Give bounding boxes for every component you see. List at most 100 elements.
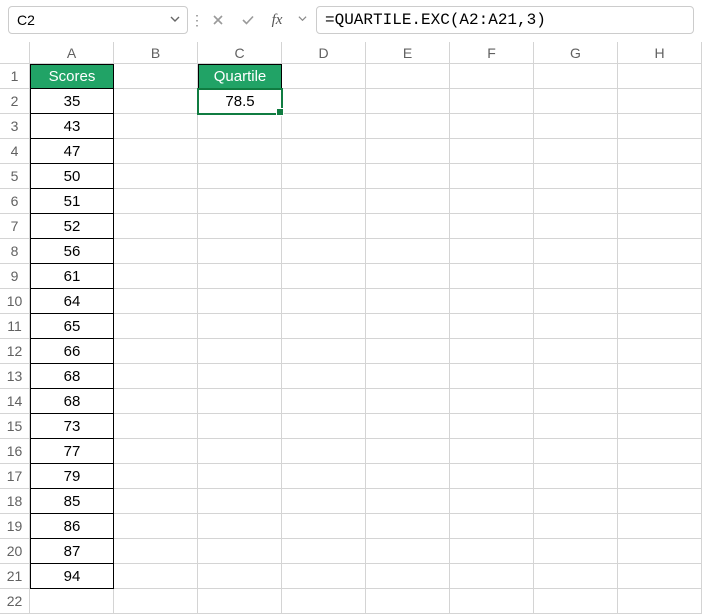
cell-B12[interactable] bbox=[114, 339, 198, 364]
cell-H21[interactable] bbox=[618, 564, 702, 589]
cell-B11[interactable] bbox=[114, 314, 198, 339]
cell-E12[interactable] bbox=[366, 339, 450, 364]
cell-F4[interactable] bbox=[450, 139, 534, 164]
cell-C15[interactable] bbox=[198, 414, 282, 439]
cell-E17[interactable] bbox=[366, 464, 450, 489]
cell-F7[interactable] bbox=[450, 214, 534, 239]
cell-E5[interactable] bbox=[366, 164, 450, 189]
cell-H13[interactable] bbox=[618, 364, 702, 389]
cell-A5[interactable]: 50 bbox=[30, 164, 114, 189]
cell-E16[interactable] bbox=[366, 439, 450, 464]
cell-D3[interactable] bbox=[282, 114, 366, 139]
cell-D11[interactable] bbox=[282, 314, 366, 339]
cell-D20[interactable] bbox=[282, 539, 366, 564]
cell-C4[interactable] bbox=[198, 139, 282, 164]
cell-B16[interactable] bbox=[114, 439, 198, 464]
cell-A16[interactable]: 77 bbox=[30, 439, 114, 464]
cell-G4[interactable] bbox=[534, 139, 618, 164]
cell-A22[interactable] bbox=[30, 589, 114, 614]
cell-D17[interactable] bbox=[282, 464, 366, 489]
cell-D16[interactable] bbox=[282, 439, 366, 464]
cell-G9[interactable] bbox=[534, 264, 618, 289]
cell-E2[interactable] bbox=[366, 89, 450, 114]
cell-H11[interactable] bbox=[618, 314, 702, 339]
cell-A11[interactable]: 65 bbox=[30, 314, 114, 339]
cell-E11[interactable] bbox=[366, 314, 450, 339]
cell-D21[interactable] bbox=[282, 564, 366, 589]
cell-C8[interactable] bbox=[198, 239, 282, 264]
cell-C11[interactable] bbox=[198, 314, 282, 339]
column-header-C[interactable]: C bbox=[198, 42, 282, 64]
cell-A20[interactable]: 87 bbox=[30, 539, 114, 564]
row-header-14[interactable]: 14 bbox=[0, 389, 30, 414]
cell-H5[interactable] bbox=[618, 164, 702, 189]
cell-H6[interactable] bbox=[618, 189, 702, 214]
cell-H2[interactable] bbox=[618, 89, 702, 114]
select-all-corner[interactable] bbox=[0, 42, 30, 64]
cell-B18[interactable] bbox=[114, 489, 198, 514]
row-header-18[interactable]: 18 bbox=[0, 489, 30, 514]
cell-E8[interactable] bbox=[366, 239, 450, 264]
cell-C12[interactable] bbox=[198, 339, 282, 364]
cell-H19[interactable] bbox=[618, 514, 702, 539]
cell-C2[interactable]: 78.5 bbox=[198, 89, 282, 114]
cell-D9[interactable] bbox=[282, 264, 366, 289]
cell-B17[interactable] bbox=[114, 464, 198, 489]
cell-B10[interactable] bbox=[114, 289, 198, 314]
cell-G22[interactable] bbox=[534, 589, 618, 614]
row-header-17[interactable]: 17 bbox=[0, 464, 30, 489]
cell-E1[interactable] bbox=[366, 64, 450, 89]
cell-F5[interactable] bbox=[450, 164, 534, 189]
row-header-6[interactable]: 6 bbox=[0, 189, 30, 214]
row-header-8[interactable]: 8 bbox=[0, 239, 30, 264]
cell-D13[interactable] bbox=[282, 364, 366, 389]
cell-H14[interactable] bbox=[618, 389, 702, 414]
cell-H4[interactable] bbox=[618, 139, 702, 164]
cell-H17[interactable] bbox=[618, 464, 702, 489]
cell-F1[interactable] bbox=[450, 64, 534, 89]
cell-F18[interactable] bbox=[450, 489, 534, 514]
cell-D4[interactable] bbox=[282, 139, 366, 164]
row-header-7[interactable]: 7 bbox=[0, 214, 30, 239]
cell-E21[interactable] bbox=[366, 564, 450, 589]
cell-A17[interactable]: 79 bbox=[30, 464, 114, 489]
cell-G11[interactable] bbox=[534, 314, 618, 339]
cell-D1[interactable] bbox=[282, 64, 366, 89]
cell-D10[interactable] bbox=[282, 289, 366, 314]
formula-input-wrap[interactable] bbox=[316, 6, 694, 34]
row-header-16[interactable]: 16 bbox=[0, 439, 30, 464]
cell-C20[interactable] bbox=[198, 539, 282, 564]
cell-B14[interactable] bbox=[114, 389, 198, 414]
name-box-wrap[interactable] bbox=[8, 6, 188, 34]
cell-G7[interactable] bbox=[534, 214, 618, 239]
row-header-22[interactable]: 22 bbox=[0, 589, 30, 614]
cell-E6[interactable] bbox=[366, 189, 450, 214]
cell-B19[interactable] bbox=[114, 514, 198, 539]
cell-D5[interactable] bbox=[282, 164, 366, 189]
column-header-H[interactable]: H bbox=[618, 42, 702, 64]
row-header-15[interactable]: 15 bbox=[0, 414, 30, 439]
cell-C17[interactable] bbox=[198, 464, 282, 489]
cell-F6[interactable] bbox=[450, 189, 534, 214]
name-box[interactable] bbox=[9, 7, 169, 33]
cell-E19[interactable] bbox=[366, 514, 450, 539]
cell-H3[interactable] bbox=[618, 114, 702, 139]
cell-F12[interactable] bbox=[450, 339, 534, 364]
cell-E3[interactable] bbox=[366, 114, 450, 139]
cell-C21[interactable] bbox=[198, 564, 282, 589]
cell-D15[interactable] bbox=[282, 414, 366, 439]
cell-H20[interactable] bbox=[618, 539, 702, 564]
cell-C13[interactable] bbox=[198, 364, 282, 389]
cell-F17[interactable] bbox=[450, 464, 534, 489]
cell-E7[interactable] bbox=[366, 214, 450, 239]
cell-C6[interactable] bbox=[198, 189, 282, 214]
cell-C22[interactable] bbox=[198, 589, 282, 614]
cell-E13[interactable] bbox=[366, 364, 450, 389]
cell-B1[interactable] bbox=[114, 64, 198, 89]
cell-C18[interactable] bbox=[198, 489, 282, 514]
cell-B4[interactable] bbox=[114, 139, 198, 164]
cell-H16[interactable] bbox=[618, 439, 702, 464]
column-header-G[interactable]: G bbox=[534, 42, 618, 64]
cell-B8[interactable] bbox=[114, 239, 198, 264]
formula-input[interactable] bbox=[325, 11, 685, 29]
